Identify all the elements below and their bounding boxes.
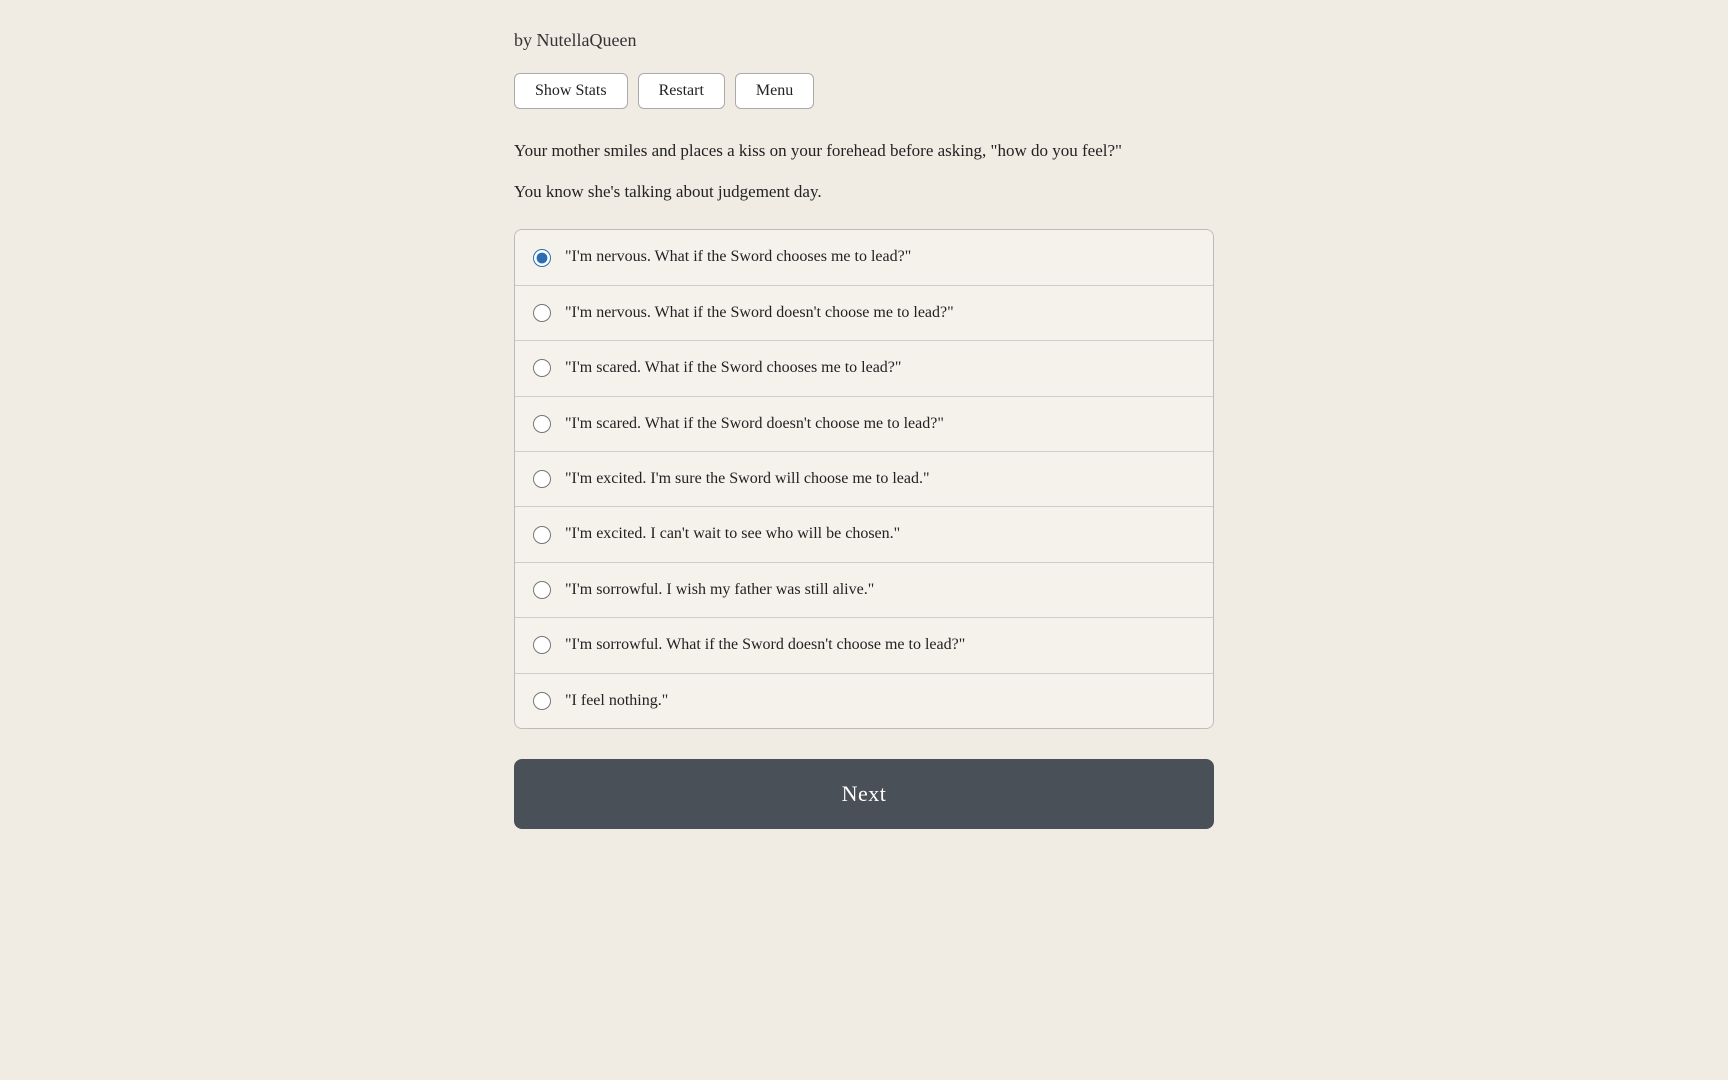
choice-row[interactable]: "I'm nervous. What if the Sword doesn't … bbox=[515, 286, 1213, 341]
choice-radio-5[interactable] bbox=[533, 470, 551, 488]
restart-button[interactable]: Restart bbox=[638, 73, 725, 109]
narrative: Your mother smiles and places a kiss on … bbox=[514, 137, 1214, 205]
choice-radio-1[interactable] bbox=[533, 249, 551, 267]
choice-label-7[interactable]: "I'm sorrowful. I wish my father was sti… bbox=[565, 579, 874, 601]
choice-row[interactable]: "I'm nervous. What if the Sword chooses … bbox=[515, 230, 1213, 285]
choice-radio-8[interactable] bbox=[533, 636, 551, 654]
choice-row[interactable]: "I'm scared. What if the Sword chooses m… bbox=[515, 341, 1213, 396]
narrative-paragraph-1: Your mother smiles and places a kiss on … bbox=[514, 137, 1214, 164]
choice-row[interactable]: "I'm sorrowful. I wish my father was sti… bbox=[515, 563, 1213, 618]
choice-radio-7[interactable] bbox=[533, 581, 551, 599]
author-text: by NutellaQueen bbox=[514, 30, 636, 50]
narrative-paragraph-2: You know she's talking about judgement d… bbox=[514, 178, 1214, 205]
choice-label-4[interactable]: "I'm scared. What if the Sword doesn't c… bbox=[565, 413, 944, 435]
main-container: by NutellaQueen Show Stats Restart Menu … bbox=[514, 30, 1214, 869]
choice-radio-3[interactable] bbox=[533, 359, 551, 377]
choice-radio-9[interactable] bbox=[533, 692, 551, 710]
choice-radio-4[interactable] bbox=[533, 415, 551, 433]
toolbar: Show Stats Restart Menu bbox=[514, 73, 1214, 109]
choice-row[interactable]: "I'm sorrowful. What if the Sword doesn'… bbox=[515, 618, 1213, 673]
next-button[interactable]: Next bbox=[514, 759, 1214, 829]
choice-row[interactable]: "I'm scared. What if the Sword doesn't c… bbox=[515, 397, 1213, 452]
author-line: by NutellaQueen bbox=[514, 30, 1214, 51]
choice-row[interactable]: "I'm excited. I can't wait to see who wi… bbox=[515, 507, 1213, 562]
choice-label-8[interactable]: "I'm sorrowful. What if the Sword doesn'… bbox=[565, 634, 965, 656]
choice-label-3[interactable]: "I'm scared. What if the Sword chooses m… bbox=[565, 357, 901, 379]
choice-label-1[interactable]: "I'm nervous. What if the Sword chooses … bbox=[565, 246, 911, 268]
choice-radio-2[interactable] bbox=[533, 304, 551, 322]
choice-label-5[interactable]: "I'm excited. I'm sure the Sword will ch… bbox=[565, 468, 930, 490]
choice-row[interactable]: "I feel nothing." bbox=[515, 674, 1213, 728]
choices-container: "I'm nervous. What if the Sword chooses … bbox=[514, 229, 1214, 729]
menu-button[interactable]: Menu bbox=[735, 73, 814, 109]
show-stats-button[interactable]: Show Stats bbox=[514, 73, 628, 109]
choice-label-9[interactable]: "I feel nothing." bbox=[565, 690, 668, 712]
choice-radio-6[interactable] bbox=[533, 526, 551, 544]
choice-label-2[interactable]: "I'm nervous. What if the Sword doesn't … bbox=[565, 302, 954, 324]
choice-row[interactable]: "I'm excited. I'm sure the Sword will ch… bbox=[515, 452, 1213, 507]
choice-label-6[interactable]: "I'm excited. I can't wait to see who wi… bbox=[565, 523, 900, 545]
